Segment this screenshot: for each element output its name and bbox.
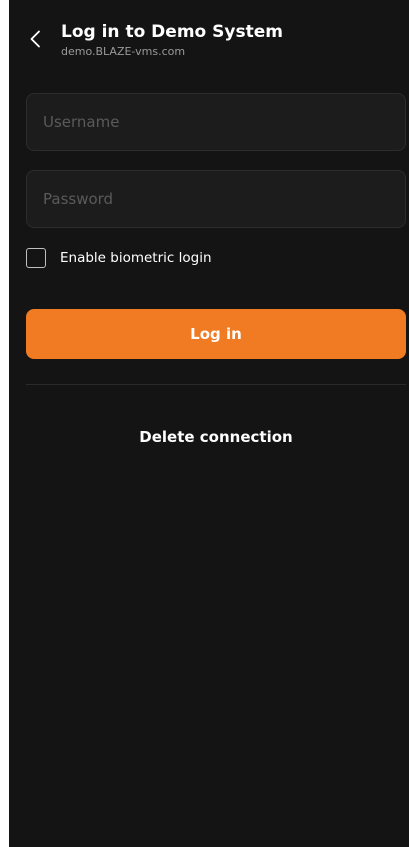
username-field-container (26, 93, 406, 151)
biometric-checkbox[interactable] (26, 248, 46, 268)
server-address: demo.BLAZE-vms.com (61, 45, 186, 58)
password-field-container (26, 170, 406, 228)
login-button-label: Log in (190, 325, 242, 343)
header: Log in to Demo System demo.BLAZE-vms.com (9, 0, 409, 70)
delete-connection-label: Delete connection (139, 428, 293, 446)
login-screen: Log in to Demo System demo.BLAZE-vms.com… (9, 0, 409, 847)
chevron-left-icon (30, 30, 40, 48)
delete-connection-button[interactable]: Delete connection (26, 422, 406, 452)
username-input[interactable] (27, 94, 405, 150)
login-button[interactable]: Log in (26, 309, 406, 359)
divider (26, 384, 406, 385)
biometric-label: Enable biometric login (60, 250, 212, 266)
password-input[interactable] (27, 171, 405, 227)
page-title: Log in to Demo System (61, 22, 283, 42)
biometric-login-option[interactable]: Enable biometric login (26, 247, 212, 269)
back-button[interactable] (23, 26, 47, 52)
